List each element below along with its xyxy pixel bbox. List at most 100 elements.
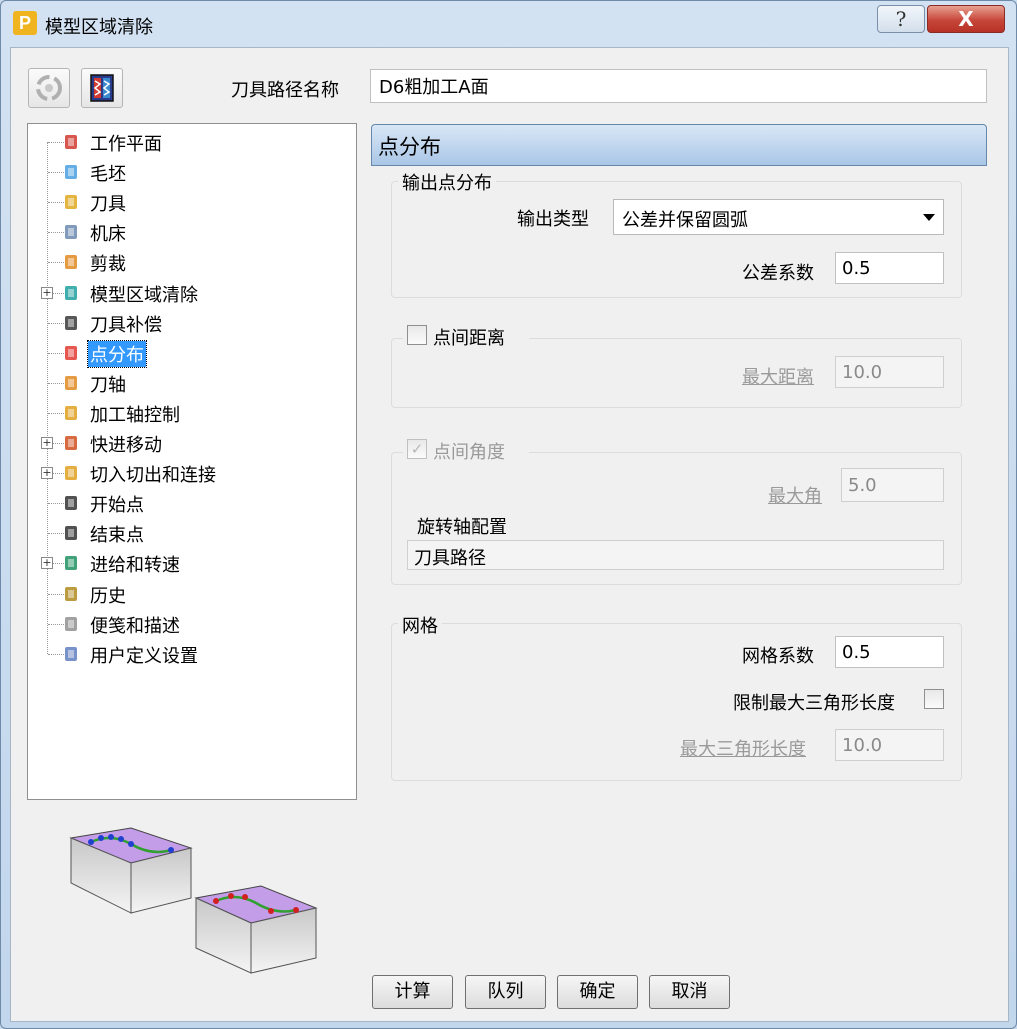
rotary-axis-label: 旋转轴配置 (417, 517, 507, 538)
tree-item-label: 剪裁 (90, 254, 126, 276)
tree-item[interactable]: 刀具 (28, 188, 348, 216)
user-settings-icon (62, 645, 80, 663)
point-distribution-icon (62, 344, 80, 362)
point-angle-checkbox[interactable]: ✓ (407, 439, 427, 459)
tree-item[interactable]: + 进给和转速 (28, 549, 348, 577)
expand-icon[interactable]: + (41, 437, 53, 449)
point-distribution-illustration (69, 827, 318, 974)
dialog-window: P 模型区域清除 ? X 刀具路径名称 工作平面毛坯刀具机床剪裁 (0, 0, 1017, 1029)
rapid-move-icon (62, 434, 80, 452)
app-icon: P (13, 11, 37, 35)
tree-item[interactable]: 加工轴控制 (28, 399, 348, 427)
tree-item-label: 加工轴控制 (90, 404, 180, 426)
tree-item[interactable]: 开始点 (28, 489, 348, 517)
toolpath-tree[interactable]: 工作平面毛坯刀具机床剪裁 + 模型区域清除 刀具补偿点分布刀轴加工轴控制 + 快进移动 + 切… (27, 123, 357, 800)
expand-icon[interactable]: + (41, 286, 53, 299)
end-point-icon (62, 524, 80, 542)
help-button[interactable]: ? (877, 5, 925, 33)
window-title: 模型区域清除 (45, 17, 153, 38)
axis-control-icon (62, 404, 80, 422)
tree-item-label: 刀具 (90, 194, 126, 216)
toolpath-preview-icon (90, 74, 114, 102)
tool-icon (62, 193, 80, 211)
tree-item-label: 进给和转速 (90, 555, 180, 577)
output-type-select[interactable]: 公差并保留圆弧 (613, 199, 944, 235)
toolpath-name-label: 刀具路径名称 (231, 80, 339, 101)
compensation-icon (62, 314, 80, 332)
history-icon (62, 585, 80, 603)
preview-button[interactable] (81, 68, 123, 108)
tree-item-label: 开始点 (90, 495, 144, 517)
toolpath-name-input[interactable] (370, 69, 987, 103)
tolerance-label: 公差系数 (742, 263, 814, 284)
close-button[interactable]: X (927, 5, 1005, 33)
max-distance-label: 最大距离 (742, 367, 814, 388)
tree-item[interactable]: 刀轴 (28, 369, 348, 397)
point-distance-label: 点间距离 (433, 328, 505, 349)
cancel-button[interactable]: 取消 (649, 975, 730, 1009)
max-angle-input[interactable] (841, 468, 944, 502)
mesh-factor-label: 网格系数 (742, 646, 814, 667)
machine-icon (62, 223, 80, 241)
notes-icon (62, 615, 80, 633)
point-angle-label: 点间角度 (433, 442, 505, 463)
tree-item[interactable]: + 快进移动 (28, 429, 348, 457)
tree-item[interactable]: 剪裁 (28, 248, 348, 276)
max-distance-input[interactable] (835, 356, 944, 388)
tool-axis-icon (62, 374, 80, 392)
tree-item[interactable]: 毛坯 (28, 158, 348, 186)
start-point-icon (62, 494, 80, 512)
tree-item[interactable]: 刀具补偿 (28, 309, 348, 337)
expand-icon[interactable]: + (41, 467, 53, 480)
expand-icon[interactable]: + (41, 557, 53, 570)
tree-item[interactable]: 机床 (28, 218, 348, 246)
tree-item-label: 用户定义设置 (90, 645, 198, 667)
max-triangle-label: 最大三角形长度 (680, 739, 806, 760)
tree-item[interactable]: 工作平面 (28, 128, 348, 156)
tree-item-label: 快进移动 (90, 435, 162, 456)
tree-item-label: 毛坯 (90, 164, 126, 186)
tree-item[interactable]: 用户定义设置 (28, 640, 348, 668)
tree-item[interactable]: 历史 (28, 580, 348, 608)
output-type-label: 输出类型 (517, 209, 589, 230)
calculate-button[interactable]: 计算 (372, 975, 453, 1009)
tree-item[interactable]: 便笺和描述 (28, 610, 348, 638)
limit-icon (62, 253, 80, 271)
rotary-axis-value: 刀具路径 (407, 540, 944, 570)
feeds-speeds-icon (62, 554, 80, 572)
title-bar[interactable]: P 模型区域清除 ? X (1, 1, 1016, 47)
tree-item-label: 刀具补偿 (90, 314, 162, 336)
mesh-group-title: 网格 (398, 612, 442, 638)
tree-item[interactable]: + 切入切出和连接 (28, 459, 348, 487)
recycle-icon (36, 75, 62, 101)
output-group-title: 输出点分布 (398, 169, 496, 195)
max-triangle-input[interactable] (835, 729, 944, 761)
tree-item-label: 切入切出和连接 (90, 465, 216, 487)
tolerance-input[interactable] (835, 252, 944, 284)
limit-triangle-label: 限制最大三角形长度 (733, 693, 895, 714)
tree-item[interactable]: 结束点 (28, 519, 348, 547)
max-angle-label: 最大角 (768, 486, 822, 507)
tree-item[interactable]: 点分布 (28, 339, 348, 368)
mesh-factor-input[interactable] (835, 636, 944, 668)
ok-button[interactable]: 确定 (557, 975, 638, 1009)
leads-links-icon (62, 464, 80, 482)
tree-item-label: 工作平面 (90, 134, 162, 155)
point-distance-checkbox[interactable] (407, 325, 427, 345)
layers-icon (62, 284, 80, 302)
chevron-down-icon (923, 214, 935, 221)
limit-triangle-checkbox[interactable] (924, 689, 944, 709)
output-type-value: 公差并保留圆弧 (622, 210, 748, 231)
tree-item-label: 结束点 (90, 525, 144, 547)
tree-item-label: 历史 (90, 585, 126, 607)
tree-item-label: 刀轴 (90, 374, 126, 396)
block-icon (62, 163, 80, 181)
dialog-client: 刀具路径名称 工作平面毛坯刀具机床剪裁 + 模型区域清除刀具补偿点分布刀轴加工轴控制… (10, 47, 1009, 1022)
point-angle-title: ✓ 点间角度 (403, 438, 529, 463)
tree-item[interactable]: + 模型区域清除 (28, 279, 348, 307)
queue-button[interactable]: 队列 (465, 975, 546, 1009)
tree-item-label: 机床 (90, 224, 126, 246)
recalculate-button[interactable] (28, 68, 70, 108)
tree-item-label: 模型区域清除 (90, 284, 198, 306)
point-distance-title: 点间距离 (403, 324, 529, 349)
